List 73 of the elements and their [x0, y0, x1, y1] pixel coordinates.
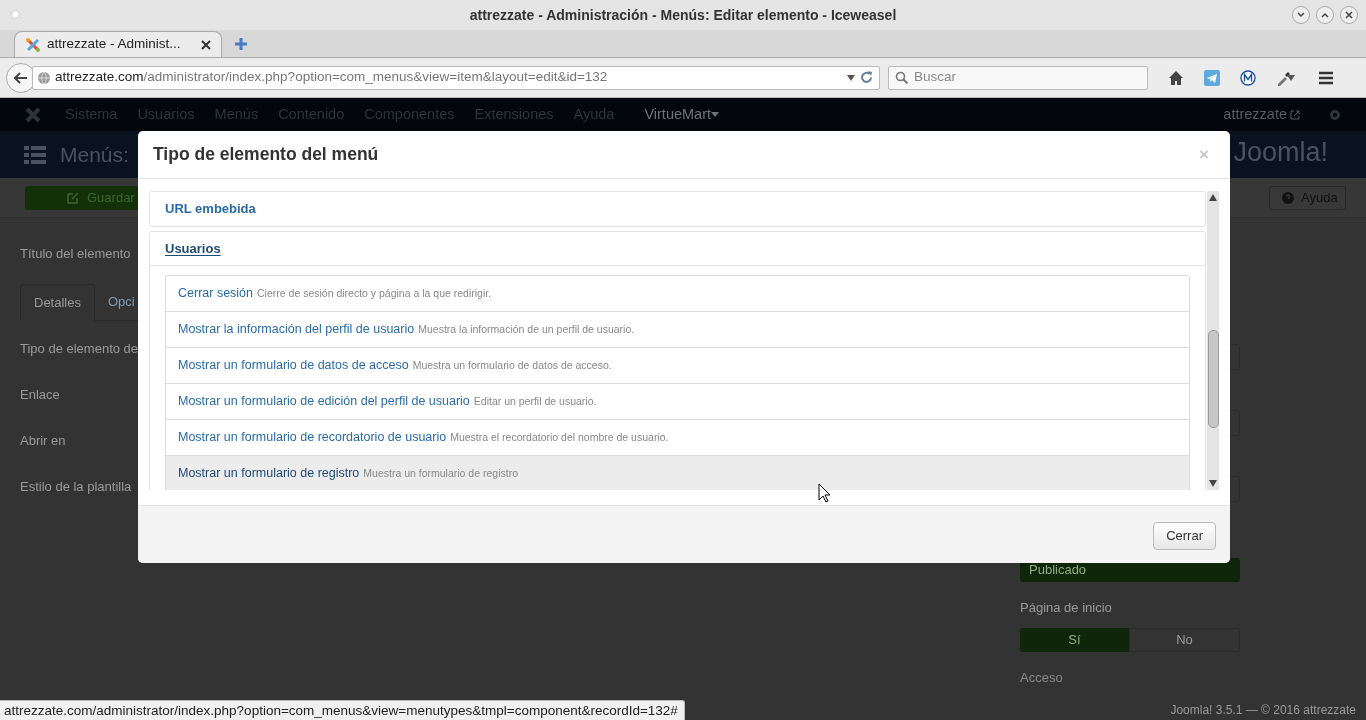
item-title: Mostrar un formulario de edición del perfil de usuario [178, 393, 470, 411]
field-label: Página de inicio [1020, 599, 1112, 617]
field-label: Enlace [20, 385, 60, 404]
search-icon [895, 70, 909, 85]
item-description: Editar un perfil de usuario. [473, 393, 597, 409]
dropdown-icon[interactable] [846, 73, 856, 82]
browser-tab[interactable]: attrezzate - Administ... [14, 31, 222, 57]
eyedropper-icon[interactable] [1276, 69, 1292, 86]
arrow-left-icon [14, 71, 28, 84]
form-tab[interactable]: Detalles [20, 283, 95, 321]
caret-icon [711, 112, 719, 117]
window-title: attrezzate - Administración - Menús: Editar elemento - Iceweasel [469, 5, 897, 25]
paper-plane-icon[interactable] [1204, 69, 1220, 86]
form-tab[interactable]: Opci [94, 283, 148, 321]
item-title: Mostrar la información del perfil de usuario [178, 321, 415, 339]
new-tab-icon[interactable] [234, 37, 248, 51]
search-field[interactable]: Buscar [888, 65, 1148, 90]
item-description: Muestra un formulario de registro [363, 465, 518, 481]
field-label: Estilo de la plantilla [20, 477, 132, 496]
globe-icon [37, 70, 51, 85]
item-description: Cierre de sesión directo y página a la que redirigir. [257, 285, 492, 301]
reload-icon[interactable] [860, 71, 873, 84]
joomla-favicon-icon [25, 36, 41, 53]
scroll-up-icon[interactable] [1209, 194, 1217, 201]
item-title: Cerrar sesión [178, 285, 254, 303]
dropdown-icon[interactable] [1286, 73, 1296, 82]
close-icon [1345, 11, 1353, 19]
letter-m-circle-icon[interactable] [1240, 69, 1256, 86]
search-field[interactable]: Buscar [914, 67, 1134, 88]
field-label: Título del elemento [20, 245, 131, 263]
chevron-down-icon [1297, 12, 1305, 18]
help-icon [1282, 191, 1294, 204]
modal-title: Tipo de elemento del menú [153, 143, 379, 167]
menu-type-item[interactable]: Cerrar sesión Cierre de sesión directo y página a la que redirigir. [166, 276, 1189, 312]
maximize-button[interactable] [1316, 6, 1334, 24]
field-label: Acceso [1020, 668, 1063, 687]
mouse-cursor-icon [818, 483, 831, 503]
footer-text: Joomla! 3.5.1 — © 2016 attrezzate [1170, 702, 1356, 719]
field-label: Abrir en [20, 431, 66, 450]
scrollbar-thumb[interactable] [1208, 330, 1219, 428]
scroll-down-icon[interactable] [1209, 480, 1217, 487]
virtuemart-menu[interactable]: VirtueMart [644, 103, 711, 126]
joomla-brand: Joomla! [1233, 136, 1328, 170]
item-title: Mostrar un formulario de registro [178, 465, 360, 483]
close-button[interactable] [1340, 6, 1358, 24]
address-field[interactable]: attrezzate.com/administrator/index.php?option=com_menus&view=item&layout=edit&id=132 [32, 65, 880, 90]
list-icon [24, 144, 46, 165]
minimize-button[interactable] [1292, 6, 1310, 24]
toggle-option[interactable]: Sí [1020, 627, 1129, 652]
item-title: Mostrar un formulario de datos de acceso [178, 357, 409, 375]
item-description: Muestra el recordatorio del nombre de usuario. [450, 429, 669, 445]
menu-type-item[interactable]: Mostrar la información del perfil de usuario Muestra la información de un perfil de usuario. [166, 312, 1189, 348]
group-link[interactable]: URL embebida [165, 199, 256, 219]
chevron-up-icon [1321, 12, 1329, 18]
item-title: Mostrar un formulario de recordatorio de usuario [178, 429, 447, 447]
menu-type-item[interactable]: Mostrar un formulario de edición del perfil de usuario Editar un perfil de usuario. [166, 384, 1189, 420]
scrollbar[interactable] [1207, 191, 1219, 490]
toggle-option[interactable]: No [1129, 627, 1240, 652]
edit-icon [67, 191, 79, 204]
status-url: attrezzate.com/administrator/index.php?option=com_menus&view=menutypes&tmpl=component&recordId=132# [0, 700, 685, 720]
item-description: Muestra la información de un perfil de usuario. [418, 321, 635, 337]
menu-icon[interactable] [1318, 70, 1334, 85]
menu-type-item[interactable]: Mostrar un formulario de datos de acceso Muestra un formulario de datos de acceso. [166, 348, 1189, 384]
close-tab-icon[interactable] [201, 39, 211, 50]
close-button[interactable]: Cerrar [1153, 521, 1216, 550]
external-link-icon [1290, 109, 1300, 120]
group-link[interactable]: Usuarios [165, 238, 221, 259]
item-description: Muestra un formulario de datos de acceso. [412, 357, 612, 373]
user-link[interactable]: attrezzate [1223, 103, 1287, 126]
field-label: Tipo de elemento de [20, 339, 139, 358]
menu-type-item[interactable]: Mostrar un formulario de registro Muestra un formulario de registro [166, 456, 1189, 490]
home-icon[interactable] [1168, 69, 1184, 86]
page-title: Menús: [60, 141, 129, 168]
